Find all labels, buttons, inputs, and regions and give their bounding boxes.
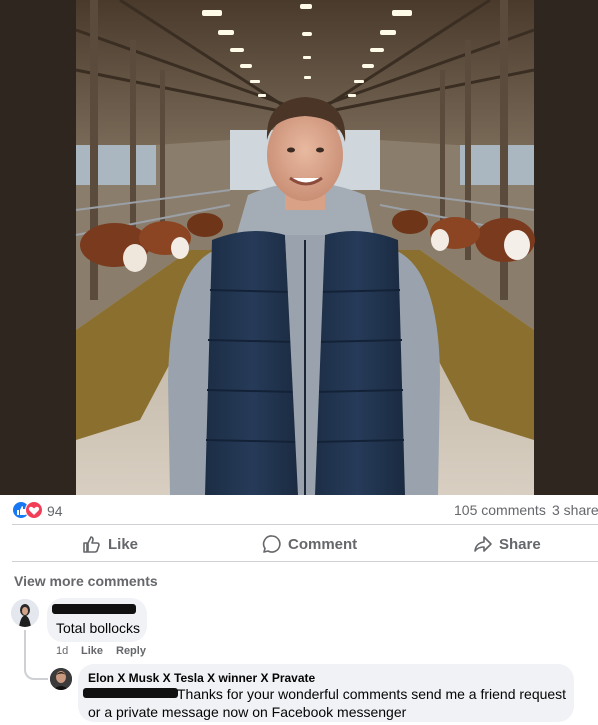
comment-text: Total bollocks bbox=[56, 620, 141, 636]
reply-text-line2: or a private message now on Facebook mes… bbox=[88, 704, 407, 720]
reply-thread-line bbox=[24, 630, 48, 680]
like-label: Like bbox=[108, 535, 139, 553]
divider bbox=[12, 524, 598, 525]
comments-count-link[interactable]: 105 comments bbox=[454, 502, 546, 518]
comment-label: Comment bbox=[288, 535, 358, 553]
user-avatar-icon bbox=[11, 599, 39, 627]
view-more-comments-link[interactable]: View more comments bbox=[14, 573, 158, 589]
like-button[interactable]: Like bbox=[82, 531, 138, 557]
comment-bubble: Total bollocks bbox=[47, 598, 147, 642]
reply-text-line1: Thanks for your wonderful comments send … bbox=[177, 686, 567, 702]
post-image bbox=[0, 0, 598, 495]
avatar[interactable] bbox=[11, 599, 39, 627]
reaction-count[interactable]: 94 bbox=[47, 503, 63, 519]
reply-bubble: Elon X Musk X Tesla X winner X Pravate T… bbox=[78, 664, 574, 722]
user-avatar-icon bbox=[50, 668, 72, 690]
post-photo[interactable] bbox=[0, 0, 598, 495]
share-button[interactable]: Share bbox=[473, 531, 541, 557]
comment-bubble-icon bbox=[262, 535, 281, 553]
thumbs-up-icon bbox=[83, 536, 100, 553]
share-label: Share bbox=[499, 535, 541, 553]
share-arrow-icon bbox=[474, 536, 492, 552]
divider bbox=[12, 561, 598, 562]
avatar[interactable] bbox=[50, 668, 72, 690]
comment-reply-link[interactable]: Reply bbox=[116, 645, 146, 657]
reply-author-name[interactable]: Elon X Musk X Tesla X winner X Pravate bbox=[88, 671, 315, 685]
reaction-icons[interactable] bbox=[12, 501, 44, 519]
redacted-mention bbox=[83, 688, 178, 698]
comment-timestamp[interactable]: 1d bbox=[56, 645, 68, 657]
reactions-summary-row: 94 105 comments 3 shares bbox=[0, 495, 598, 525]
shares-count-link[interactable]: 3 shares bbox=[552, 502, 598, 518]
comment-like-link[interactable]: Like bbox=[81, 645, 103, 657]
redacted-author-name bbox=[52, 604, 136, 614]
comment-button[interactable]: Comment bbox=[262, 531, 357, 557]
